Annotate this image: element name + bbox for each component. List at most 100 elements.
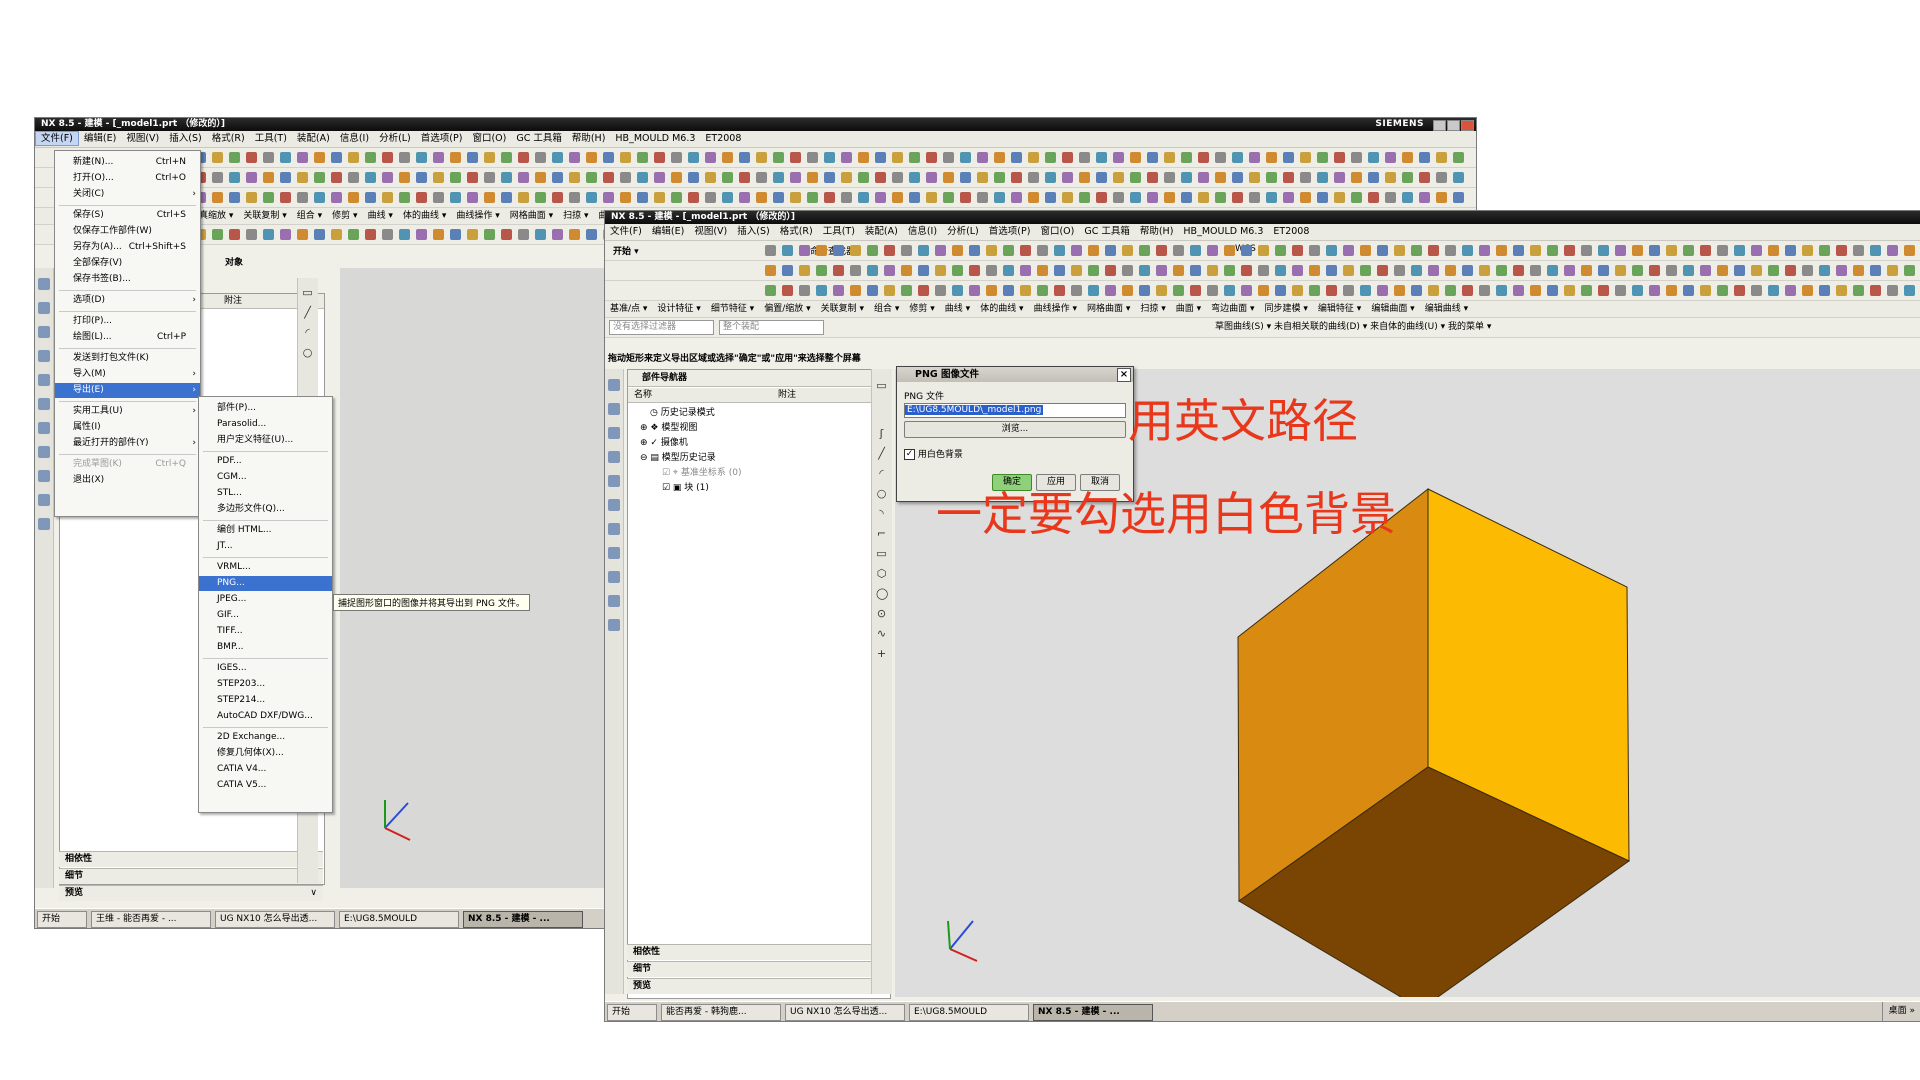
toolbar-tool-icon[interactable] bbox=[901, 245, 912, 256]
toolbar-tool-icon[interactable] bbox=[1581, 265, 1592, 276]
toolbar-tool-icon[interactable] bbox=[688, 152, 699, 163]
toolbar-tool-icon[interactable] bbox=[926, 192, 937, 203]
taskbar-button[interactable]: 能否再爱 - 韩狗鹿... bbox=[661, 1004, 781, 1021]
toolbar-tool-icon[interactable] bbox=[1011, 192, 1022, 203]
toolbar-tool-icon[interactable] bbox=[867, 245, 878, 256]
toolbar-tool-icon[interactable] bbox=[433, 229, 444, 240]
toolbar-tool-icon[interactable] bbox=[1615, 245, 1626, 256]
sketch-tool-icon[interactable]: ▭ bbox=[876, 380, 887, 391]
toolbar-tool-icon[interactable] bbox=[603, 152, 614, 163]
toolbar-tool-icon[interactable] bbox=[892, 172, 903, 183]
toolbar-tool-icon[interactable] bbox=[1181, 152, 1192, 163]
toolbar-tool-icon[interactable] bbox=[637, 192, 648, 203]
toolbar-tool-icon[interactable] bbox=[212, 229, 223, 240]
toolbar-tool-icon[interactable] bbox=[280, 172, 291, 183]
menu-item[interactable]: ET2008 bbox=[700, 131, 746, 147]
toolbar-tool-icon[interactable] bbox=[1198, 152, 1209, 163]
toolbar-tool-icon[interactable] bbox=[688, 192, 699, 203]
toolbar-tool-icon[interactable] bbox=[1198, 172, 1209, 183]
file-menu-item[interactable]: 绘图(L)... Ctrl+P bbox=[55, 330, 200, 345]
toolbar-tool-icon[interactable] bbox=[841, 152, 852, 163]
toolbar-tool-icon[interactable] bbox=[739, 172, 750, 183]
toolbar-tool-icon[interactable] bbox=[1241, 285, 1252, 296]
start-button[interactable]: 开始 bbox=[37, 911, 87, 928]
toolbar-tool-icon[interactable] bbox=[263, 172, 274, 183]
toolbar-tool-icon[interactable] bbox=[382, 229, 393, 240]
toolbar-tool-icon[interactable] bbox=[501, 152, 512, 163]
command-group-dropdown[interactable]: 网格曲面 ▾ bbox=[1082, 301, 1135, 317]
toolbar-tool-icon[interactable] bbox=[1598, 285, 1609, 296]
toolbar-tool-icon[interactable] bbox=[799, 285, 810, 296]
menu-item[interactable]: 首选项(P) bbox=[416, 131, 468, 147]
export-menu-item[interactable]: STEP214... bbox=[199, 693, 332, 708]
toolbar-tool-icon[interactable] bbox=[348, 172, 359, 183]
toolbar-tool-icon[interactable] bbox=[875, 152, 886, 163]
toolbar-tool-icon[interactable] bbox=[569, 192, 580, 203]
toolbar-tool-icon[interactable] bbox=[1079, 152, 1090, 163]
toolbar-tool-icon[interactable] bbox=[620, 152, 631, 163]
toolbar-tool-icon[interactable] bbox=[884, 285, 895, 296]
toolbar-tool-icon[interactable] bbox=[1292, 265, 1303, 276]
toolbar-tool-icon[interactable] bbox=[1581, 245, 1592, 256]
toolbar-tool-icon[interactable] bbox=[977, 152, 988, 163]
toolbar-tool-icon[interactable] bbox=[952, 265, 963, 276]
toolbar-tool-icon[interactable] bbox=[535, 152, 546, 163]
toolbar-tool-icon[interactable] bbox=[1122, 265, 1133, 276]
toolbar-tool-icon[interactable] bbox=[1462, 265, 1473, 276]
toolbar-tool-icon[interactable] bbox=[1215, 152, 1226, 163]
close-icon[interactable] bbox=[1461, 120, 1474, 131]
toolbar-tool-icon[interactable] bbox=[348, 229, 359, 240]
toolbar-tool-icon[interactable] bbox=[1734, 265, 1745, 276]
toolbar-tool-icon[interactable] bbox=[1062, 192, 1073, 203]
toolbar-tool-icon[interactable] bbox=[637, 172, 648, 183]
toolbar-tool-icon[interactable] bbox=[1283, 192, 1294, 203]
toolbar-tool-icon[interactable] bbox=[1062, 152, 1073, 163]
toolbar-tool-icon[interactable] bbox=[552, 172, 563, 183]
toolbar-tool-icon[interactable] bbox=[1479, 245, 1490, 256]
toolbar-tool-icon[interactable] bbox=[1317, 172, 1328, 183]
toolbar-tool-icon[interactable] bbox=[1309, 285, 1320, 296]
arc-tool-icon[interactable]: ◜ bbox=[302, 327, 313, 338]
maximize-icon[interactable] bbox=[1447, 120, 1460, 131]
toolbar-tool-icon[interactable] bbox=[765, 265, 776, 276]
toolbar-tool-icon[interactable] bbox=[1258, 265, 1269, 276]
menu-item[interactable]: 窗口(O) bbox=[467, 131, 511, 147]
toolbar-tool-icon[interactable] bbox=[1394, 245, 1405, 256]
toolbar-tool-icon[interactable] bbox=[782, 285, 793, 296]
export-menu-item[interactable]: 多边形文件(Q)... bbox=[199, 502, 332, 517]
toolbar-tool-icon[interactable] bbox=[1547, 265, 1558, 276]
toolbar-tool-icon[interactable] bbox=[926, 172, 937, 183]
toolbar-tool-icon[interactable] bbox=[858, 172, 869, 183]
toolbar-tool-icon[interactable] bbox=[1819, 285, 1830, 296]
toolbar-tool-icon[interactable] bbox=[450, 192, 461, 203]
toolbar-tool-icon[interactable] bbox=[280, 229, 291, 240]
toolbar-tool-icon[interactable] bbox=[867, 265, 878, 276]
toolbar-tool-icon[interactable] bbox=[1343, 265, 1354, 276]
toolbar-tool-icon[interactable] bbox=[1326, 265, 1337, 276]
toolbar-tool-icon[interactable] bbox=[807, 192, 818, 203]
toolbar-tool-icon[interactable] bbox=[314, 229, 325, 240]
white-background-checkbox[interactable]: ✓ bbox=[904, 449, 915, 460]
file-menu-item[interactable]: 保存书签(B)... bbox=[55, 272, 200, 287]
filter-dropdown[interactable]: 没有选择过滤器 bbox=[609, 320, 714, 335]
system-materials-icon[interactable] bbox=[38, 446, 50, 458]
toolbar-tool-icon[interactable] bbox=[935, 265, 946, 276]
toolbar-tool-icon[interactable] bbox=[365, 152, 376, 163]
toolbar-tool-icon[interactable] bbox=[782, 265, 793, 276]
toolbar-tool-icon[interactable] bbox=[1113, 192, 1124, 203]
toolbar-tool-icon[interactable] bbox=[501, 229, 512, 240]
toolbar-tool-icon[interactable] bbox=[365, 172, 376, 183]
export-menu-item[interactable]: GIF... bbox=[199, 608, 332, 623]
toolbar-tool-icon[interactable] bbox=[1428, 245, 1439, 256]
toolbar-tool-icon[interactable] bbox=[756, 192, 767, 203]
command-group-dropdown[interactable]: 组合 ▾ bbox=[869, 301, 904, 317]
taskbar-button[interactable]: NX 8.5 - 建模 - ... bbox=[1033, 1004, 1153, 1021]
toolbar-tool-icon[interactable] bbox=[416, 192, 427, 203]
toolbar-tool-icon[interactable] bbox=[382, 172, 393, 183]
toolbar-tool-icon[interactable] bbox=[1275, 285, 1286, 296]
toolbar-tool-icon[interactable] bbox=[960, 172, 971, 183]
toolbar-tool-icon[interactable] bbox=[969, 265, 980, 276]
part-nav-icon[interactable] bbox=[608, 427, 620, 439]
command-group-dropdown[interactable]: 同步建模 ▾ bbox=[1260, 301, 1313, 317]
command-group-dropdown[interactable]: 编辑特征 ▾ bbox=[1313, 301, 1366, 317]
